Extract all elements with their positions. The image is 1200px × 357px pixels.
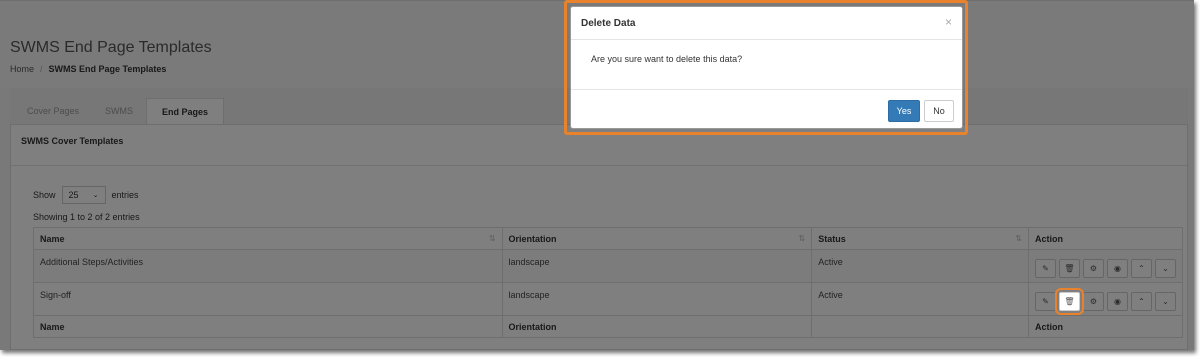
modal-header: Delete Data ×: [571, 7, 962, 40]
app-window: SWMS End Page Templates Home/SWMS End Pa…: [0, 0, 1194, 350]
delete-dialog: Delete Data × Are you sure want to delet…: [570, 6, 963, 129]
yes-button[interactable]: Yes: [888, 100, 920, 122]
modal-body: Are you sure want to delete this data?: [571, 40, 962, 90]
no-button[interactable]: No: [924, 100, 954, 122]
trash-icon[interactable]: 🗑: [1054, 288, 1084, 315]
modal-title: Delete Data: [581, 18, 636, 29]
modal-footer: Yes No: [571, 90, 962, 130]
close-icon[interactable]: ×: [945, 15, 952, 29]
modal-message: Are you sure want to delete this data?: [591, 54, 743, 64]
